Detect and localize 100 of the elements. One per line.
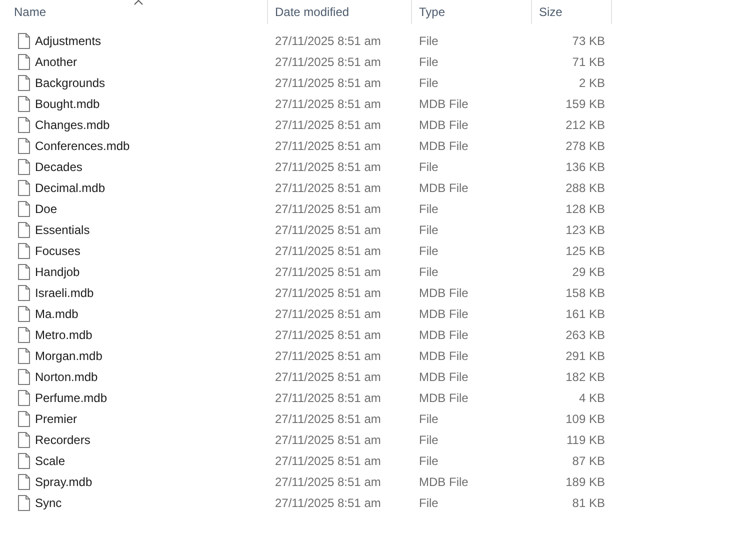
file-icon xyxy=(18,138,30,154)
file-icon xyxy=(18,96,30,112)
file-name[interactable]: Handjob xyxy=(35,262,80,280)
file-type: MDB File xyxy=(418,390,470,406)
file-size: 158 KB xyxy=(564,284,606,302)
date-modified: 27/11/2025 8:51 am xyxy=(274,390,382,406)
file-icon xyxy=(18,242,30,258)
file-size: 291 KB xyxy=(564,348,606,364)
date-column-header[interactable]: Date modified xyxy=(268,0,412,24)
file-icon xyxy=(18,54,30,70)
date-modified: 27/11/2025 8:51 am xyxy=(274,284,382,302)
file-name[interactable]: Ma.mdb xyxy=(35,304,78,322)
file-icon xyxy=(18,32,30,48)
file-name[interactable]: Another xyxy=(35,52,78,70)
file-type: MDB File xyxy=(418,348,470,364)
date-modified: 27/11/2025 8:51 am xyxy=(274,326,382,344)
file-type: File xyxy=(418,74,440,92)
file-size: 2 KB xyxy=(578,74,606,92)
file-icon xyxy=(18,348,30,364)
file-type: File xyxy=(418,410,440,428)
file-type: MDB File xyxy=(418,180,470,196)
file-size: 109 KB xyxy=(564,410,606,428)
file-icon xyxy=(18,410,30,426)
file-type: File xyxy=(418,222,440,238)
file-size: 136 KB xyxy=(564,158,606,176)
file-name[interactable]: Adjustments xyxy=(35,32,102,50)
file-name[interactable]: Backgrounds xyxy=(35,74,106,92)
file-type: File xyxy=(418,242,440,260)
file-name[interactable]: Premier xyxy=(35,410,78,428)
file-name[interactable]: Bought.mdb xyxy=(35,94,100,112)
file-size: 81 KB xyxy=(571,494,606,512)
file-name[interactable]: Norton.mdb xyxy=(35,368,98,386)
file-size: 73 KB xyxy=(571,32,606,50)
file-size: 119 KB xyxy=(566,432,606,448)
file-type: MDB File xyxy=(418,138,470,154)
file-size: 182 KB xyxy=(564,368,606,386)
file-name[interactable]: Sync xyxy=(35,494,62,512)
file-type: MDB File xyxy=(418,368,470,386)
file-name[interactable]: Changes.mdb xyxy=(35,116,110,134)
date-modified: 27/11/2025 8:51 am xyxy=(274,432,382,448)
date-modified: 27/11/2025 8:51 am xyxy=(274,74,382,92)
file-type: MDB File xyxy=(418,474,470,490)
file-name[interactable]: Essentials xyxy=(35,220,90,238)
file-icon xyxy=(18,74,30,90)
file-icon xyxy=(18,474,30,490)
file-icon xyxy=(18,326,30,342)
file-type: File xyxy=(418,494,440,512)
file-icon xyxy=(18,432,30,448)
date-modified: 27/11/2025 8:51 am xyxy=(274,494,382,512)
file-type: File xyxy=(418,158,440,176)
file-type: MDB File xyxy=(418,96,470,112)
date-modified: 27/11/2025 8:51 am xyxy=(274,96,382,112)
file-name[interactable]: Decades xyxy=(35,158,82,176)
file-name[interactable]: Metro.mdb xyxy=(35,326,92,344)
file-name[interactable]: Morgan.mdb xyxy=(35,346,102,364)
file-icon xyxy=(18,390,30,406)
date-modified: 27/11/2025 8:51 am xyxy=(274,452,382,470)
file-icon xyxy=(18,158,30,174)
file-size: 128 KB xyxy=(564,200,606,218)
file-icon xyxy=(18,368,30,384)
date-modified: 27/11/2025 8:51 am xyxy=(274,222,382,238)
date-modified: 27/11/2025 8:51 am xyxy=(274,410,382,428)
file-type: File xyxy=(418,452,440,470)
size-column-header[interactable]: Size xyxy=(532,0,612,24)
file-icon xyxy=(18,116,30,132)
file-name[interactable]: Doe xyxy=(35,200,58,218)
file-icon xyxy=(18,306,30,322)
file-size: 161 KB xyxy=(564,306,606,322)
file-size: 4 KB xyxy=(578,390,606,406)
file-name[interactable]: Conferences.mdb xyxy=(35,136,130,154)
file-type: MDB File xyxy=(418,326,470,344)
sort-caret-icon xyxy=(134,0,143,5)
name-column-header[interactable]: Name xyxy=(0,0,268,24)
file-name[interactable]: Recorders xyxy=(35,430,90,448)
file-type: MDB File xyxy=(418,284,470,302)
file-size: 29 KB xyxy=(571,264,606,280)
file-size: 263 KB xyxy=(564,326,606,344)
file-icon xyxy=(18,200,30,216)
date-modified: 27/11/2025 8:51 am xyxy=(274,180,382,196)
date-modified: 27/11/2025 8:51 am xyxy=(274,348,382,364)
file-name[interactable]: Focuses xyxy=(35,242,80,260)
file-type: File xyxy=(418,432,440,448)
file-name[interactable]: Scale xyxy=(35,452,66,470)
file-type: File xyxy=(418,264,440,280)
file-size: 87 KB xyxy=(571,452,606,470)
date-modified: 27/11/2025 8:51 am xyxy=(274,32,382,50)
file-size: 123 KB xyxy=(564,222,606,238)
file-size: 71 KB xyxy=(571,54,606,70)
date-modified: 27/11/2025 8:51 am xyxy=(274,264,382,280)
file-size: 159 KB xyxy=(564,96,606,112)
file-name[interactable]: Israeli.mdb xyxy=(35,284,94,302)
file-size: 125 KB xyxy=(564,242,606,260)
file-name[interactable]: Decimal.mdb xyxy=(35,178,106,196)
file-icon xyxy=(18,452,30,468)
file-icon xyxy=(18,494,30,510)
type-column-header[interactable]: Type xyxy=(412,0,532,24)
file-name[interactable]: Perfume.mdb xyxy=(35,388,108,406)
file-type: File xyxy=(418,54,440,70)
date-modified: 27/11/2025 8:51 am xyxy=(274,474,382,490)
file-name[interactable]: Spray.mdb xyxy=(35,472,92,490)
